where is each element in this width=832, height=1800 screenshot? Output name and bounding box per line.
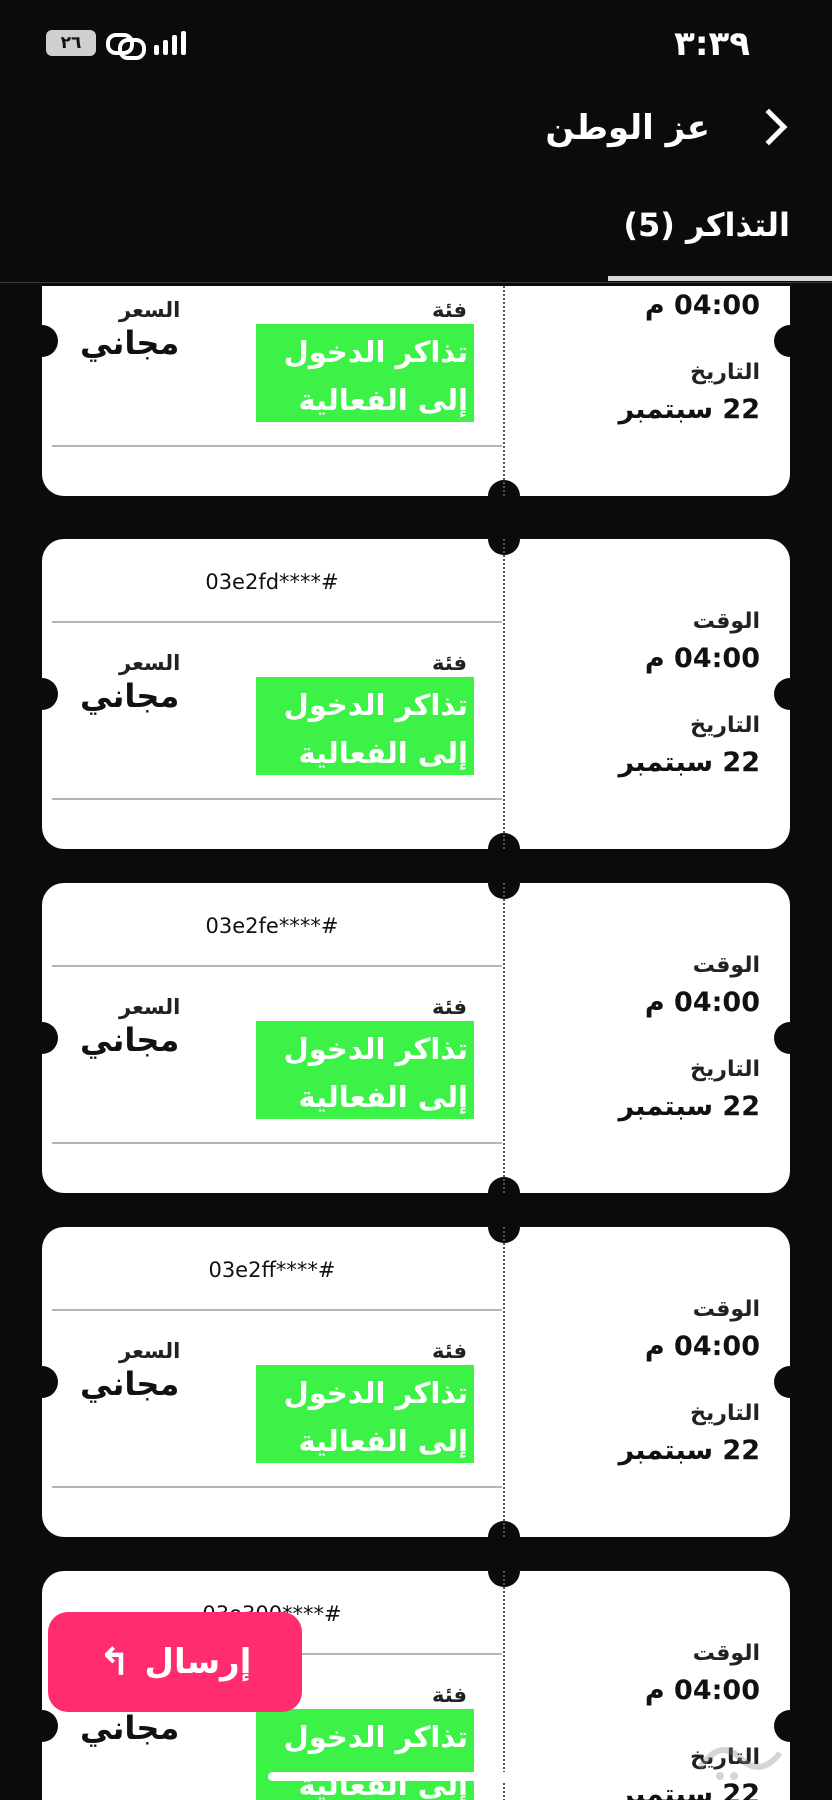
date-value: 22 سبتمبر bbox=[618, 394, 761, 425]
ticket-card[interactable]: 03e2fe****# فئة تذاكر الدخول إلى الفعالي… bbox=[26, 867, 806, 1209]
price-label: السعر bbox=[119, 1339, 181, 1363]
date-label: التاريخ bbox=[690, 360, 760, 385]
category-label: فئة bbox=[432, 995, 468, 1019]
ticket-card[interactable]: 03e2ff****# فئة تذاكر الدخول إلى الفعالي… bbox=[26, 1211, 806, 1553]
date-value: 22 سبتمبر bbox=[618, 747, 761, 778]
tabs-divider bbox=[0, 282, 832, 283]
ticket-perforation bbox=[503, 1227, 505, 1537]
price-value: مجاني bbox=[80, 677, 180, 715]
ticket-perforation bbox=[503, 539, 505, 849]
ticket-card[interactable]: 03e2fd****# فئة تذاكر الدخول إلى الفعالي… bbox=[26, 523, 806, 865]
ticket-notch bbox=[26, 1022, 58, 1054]
ticket-divider bbox=[52, 445, 502, 447]
time-label: الوقت bbox=[692, 609, 760, 634]
tab-active-indicator bbox=[608, 276, 832, 281]
time-value: 04:00 م bbox=[644, 290, 760, 321]
price-label: السعر bbox=[119, 651, 181, 675]
send-button-label: إرسال bbox=[144, 1642, 252, 1682]
ticket-perforation bbox=[503, 1571, 505, 1800]
screen: ٢٦ ٣:٣٩ عز الوطن التذاكر (5) فئة تذاكر ا… bbox=[0, 0, 832, 1800]
ticket-list[interactable]: فئة تذاكر الدخول إلى الفعالية السعر مجان… bbox=[0, 286, 832, 1800]
status-bar: ٢٦ ٣:٣٩ bbox=[0, 0, 832, 90]
category-highlight: تذاكر الدخول إلى الفعالية bbox=[256, 1365, 474, 1463]
category-highlight: تذاكر الدخول إلى الفعالية bbox=[256, 324, 474, 422]
price-value: مجاني bbox=[80, 1709, 180, 1747]
ticket-code: 03e2fd****# bbox=[205, 570, 339, 594]
ticket-notch bbox=[774, 1366, 806, 1398]
signal-icon bbox=[154, 31, 186, 55]
status-time: ٣:٣٩ bbox=[674, 24, 750, 64]
ticket-divider bbox=[52, 965, 502, 967]
ticket-code: 03e2fe****# bbox=[205, 914, 339, 938]
price-value: مجاني bbox=[80, 1365, 180, 1403]
category-value: تذاكر الدخول إلى الفعالية bbox=[283, 335, 468, 417]
ticket-notch bbox=[774, 678, 806, 710]
ticket-perforation bbox=[503, 883, 505, 1193]
category-highlight: تذاكر الدخول إلى الفعالية bbox=[256, 677, 474, 775]
battery-icon: ٢٦ bbox=[46, 30, 96, 56]
category-label: فئة bbox=[432, 298, 468, 322]
ticket-divider bbox=[52, 621, 502, 623]
share-arrow-icon: ↰ bbox=[98, 1640, 131, 1684]
date-label: التاريخ bbox=[690, 1057, 760, 1082]
category-highlight: تذاكر الدخول إلى الفعالية bbox=[256, 1021, 474, 1119]
page-title: عز الوطن bbox=[545, 108, 710, 148]
time-label: الوقت bbox=[692, 1297, 760, 1322]
ticket-notch bbox=[26, 1366, 58, 1398]
ticket-card[interactable]: فئة تذاكر الدخول إلى الفعالية السعر مجان… bbox=[26, 286, 806, 512]
status-icons: ٢٦ bbox=[46, 30, 186, 60]
send-button[interactable]: إرسال ↰ bbox=[48, 1612, 302, 1712]
ticket-divider bbox=[52, 1142, 502, 1144]
chevron-right-icon[interactable] bbox=[750, 108, 788, 146]
time-value: 04:00 م bbox=[644, 1331, 760, 1362]
ticket-divider bbox=[52, 798, 502, 800]
category-value: تذاكر الدخول إلى الفعالية bbox=[283, 1720, 468, 1800]
ticket-code: 03e2ff****# bbox=[208, 1258, 336, 1282]
ticket-notch bbox=[774, 325, 806, 357]
home-indicator bbox=[268, 1772, 564, 1781]
header: عز الوطن bbox=[0, 96, 832, 168]
time-label: الوقت bbox=[692, 1641, 760, 1666]
price-label: السعر bbox=[119, 995, 181, 1019]
category-label: فئة bbox=[432, 651, 468, 675]
date-label: التاريخ bbox=[690, 713, 760, 738]
time-value: 04:00 م bbox=[644, 1675, 760, 1706]
ticket-notch bbox=[774, 1022, 806, 1054]
ticket-divider bbox=[52, 1309, 502, 1311]
category-highlight: تذاكر الدخول إلى الفعالية bbox=[256, 1709, 474, 1800]
category-label: فئة bbox=[432, 1339, 468, 1363]
ticket-notch bbox=[26, 678, 58, 710]
date-value: 22 سبتمبر bbox=[618, 1091, 761, 1122]
ticket-perforation bbox=[503, 286, 505, 496]
link-icon bbox=[106, 30, 146, 60]
category-value: تذاكر الدخول إلى الفعالية bbox=[283, 1032, 468, 1114]
time-value: 04:00 م bbox=[644, 987, 760, 1018]
watermark-logo bbox=[697, 1747, 783, 1780]
time-value: 04:00 م bbox=[644, 643, 760, 674]
price-label: السعر bbox=[119, 298, 181, 322]
date-value: 22 سبتمبر bbox=[618, 1435, 761, 1466]
date-label: التاريخ bbox=[690, 1401, 760, 1426]
ticket-divider bbox=[52, 1486, 502, 1488]
category-label: فئة bbox=[432, 1683, 468, 1707]
ticket-notch bbox=[26, 1710, 58, 1742]
tab-tickets[interactable]: التذاكر (5) bbox=[623, 206, 790, 244]
tab-bar: التذاكر (5) bbox=[0, 196, 832, 284]
price-value: مجاني bbox=[80, 1021, 180, 1059]
time-label: الوقت bbox=[692, 953, 760, 978]
category-value: تذاكر الدخول إلى الفعالية bbox=[283, 688, 468, 770]
price-value: مجاني bbox=[80, 324, 180, 362]
category-value: تذاكر الدخول إلى الفعالية bbox=[283, 1376, 468, 1458]
ticket-notch bbox=[26, 325, 58, 357]
